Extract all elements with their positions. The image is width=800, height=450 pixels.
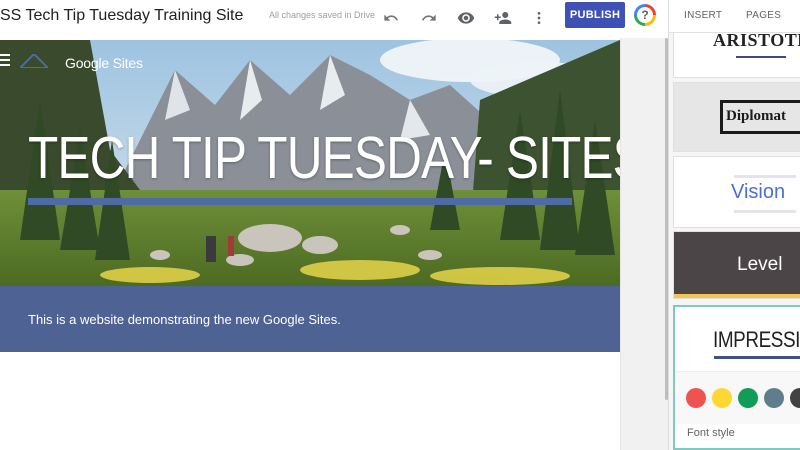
- theme-level[interactable]: Level: [673, 231, 800, 299]
- add-person-icon[interactable]: [490, 5, 516, 31]
- theme-aristotle-label: ARISTOTLE: [713, 32, 800, 50]
- swatch-dark[interactable]: [790, 388, 800, 408]
- theme-impression-underline: [714, 356, 800, 359]
- color-swatches: [675, 371, 800, 424]
- font-style-label[interactable]: Font style: [687, 427, 735, 439]
- swatch-green[interactable]: [738, 388, 758, 408]
- undo-icon[interactable]: [378, 5, 404, 31]
- more-vert-icon[interactable]: [526, 5, 552, 31]
- panel-tabs: INSERT PAGES: [669, 0, 800, 33]
- help-label: ?: [637, 7, 653, 23]
- theme-vision[interactable]: Vision: [673, 156, 800, 228]
- site-canvas: Google Sites TECH TIP TUESDAY- SITES Thi…: [0, 38, 620, 450]
- hero-title[interactable]: TECH TIP TUESDAY- SITES: [28, 124, 620, 192]
- hero-title-underline: [28, 198, 572, 205]
- themes-panel: INSERT PAGES ARISTOTLE Diplomat Vision L…: [668, 0, 800, 450]
- theme-aristotle-underline: [736, 56, 786, 58]
- save-status: All changes saved in Drive: [269, 10, 376, 20]
- theme-vision-top-line: [734, 175, 796, 178]
- editor-toolbar: SS Tech Tip Tuesday Training Site All ch…: [0, 0, 668, 39]
- theme-diplomat[interactable]: Diplomat: [673, 82, 800, 152]
- theme-impression-selected[interactable]: IMPRESSION Font style: [673, 305, 800, 450]
- theme-aristotle[interactable]: ARISTOTLE: [673, 32, 800, 78]
- theme-level-stripe: [674, 294, 800, 298]
- menu-icon[interactable]: [0, 54, 10, 68]
- theme-vision-label: Vision: [731, 181, 786, 203]
- redo-icon[interactable]: [416, 5, 442, 31]
- site-name[interactable]: Google Sites: [65, 55, 143, 71]
- theme-level-label: Level: [737, 254, 783, 275]
- site-description[interactable]: This is a website demonstrating the new …: [28, 312, 341, 327]
- eye-icon[interactable]: [453, 5, 479, 31]
- canvas-scrollbar-track: [620, 38, 669, 450]
- swatch-red[interactable]: [686, 388, 706, 408]
- theme-diplomat-label: Diplomat: [726, 108, 786, 124]
- swatch-slate[interactable]: [764, 388, 784, 408]
- tab-pages[interactable]: PAGES: [746, 10, 781, 21]
- document-title[interactable]: SS Tech Tip Tuesday Training Site: [0, 7, 243, 25]
- help-icon[interactable]: ?: [634, 4, 656, 26]
- hero-header[interactable]: Google Sites TECH TIP TUESDAY- SITES: [0, 40, 620, 286]
- description-section[interactable]: This is a website demonstrating the new …: [0, 286, 620, 352]
- theme-impression-label: IMPRESSION: [713, 327, 800, 352]
- swatch-yellow[interactable]: [712, 388, 732, 408]
- theme-vision-bottom-line: [734, 210, 796, 213]
- tab-insert[interactable]: INSERT: [684, 10, 722, 21]
- publish-button[interactable]: PUBLISH: [565, 2, 625, 28]
